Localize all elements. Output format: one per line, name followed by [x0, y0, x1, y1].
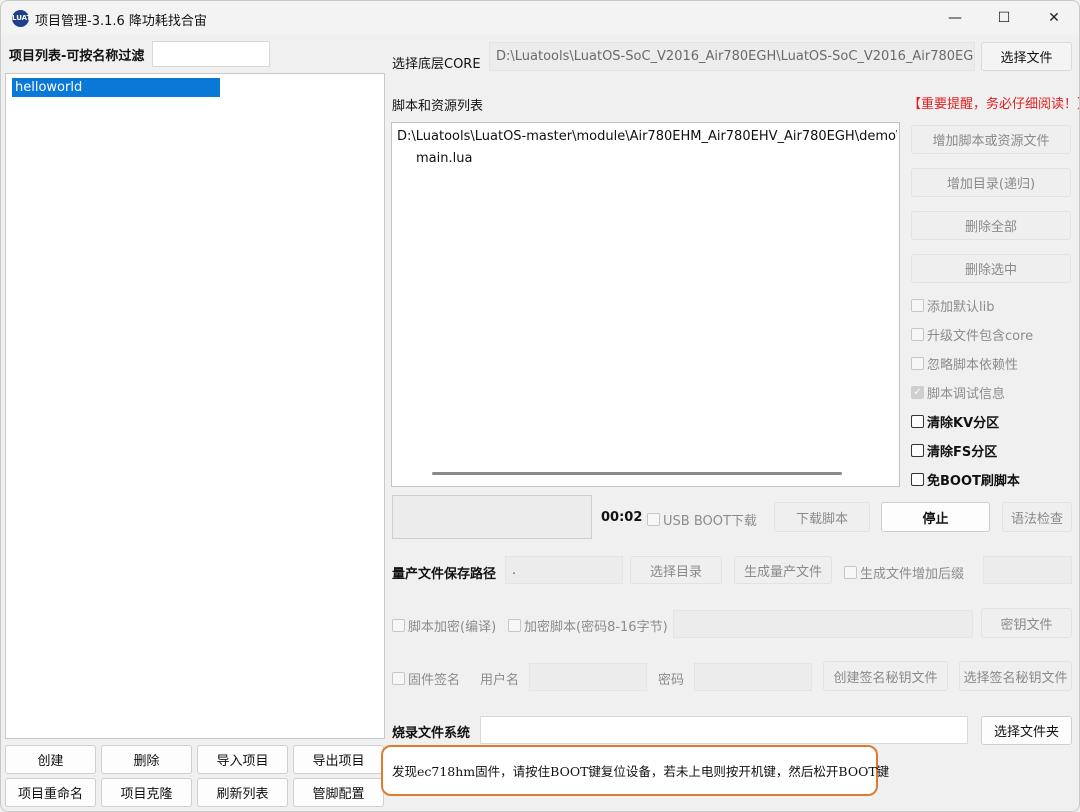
window-title: 项目管理-3.1.6 降功耗找合宙: [35, 14, 207, 29]
add-directory-button[interactable]: 增加目录(递归): [911, 168, 1071, 197]
tree-item-main-lua[interactable]: main.lua: [416, 151, 472, 166]
pin-config-button[interactable]: 管脚配置: [293, 778, 384, 807]
select-core-button[interactable]: 选择文件: [981, 42, 1072, 71]
refresh-list-button[interactable]: 刷新列表: [197, 778, 288, 807]
tree-root-path[interactable]: D:\Luatools\LuatOS-master\module\Air780E…: [397, 129, 897, 144]
password-label: 密码: [658, 673, 685, 688]
boot-notice-message: 发现ec718hm固件，请按住BOOT键复位设备，若未上电则按开机键，然后松开B…: [381, 745, 889, 796]
title-bar: LUAT 项目管理-3.1.6 降功耗找合宙 — ☐ ✕: [1, 1, 1079, 35]
filter-input[interactable]: [152, 41, 270, 67]
export-project-button[interactable]: 导出项目: [293, 745, 384, 774]
clear-kv-checkbox[interactable]: 清除KV分区: [911, 412, 999, 431]
debug-info-checkbox[interactable]: ✓ 脚本调试信息: [911, 383, 1005, 402]
important-notice-link[interactable]: 【重要提醒，务必仔细阅读！】: [908, 93, 1079, 112]
syntax-check-button[interactable]: 语法检查: [1002, 502, 1072, 532]
core-path-field[interactable]: D:\Luatools\LuatOS-SoC_V2016_Air780EGH\L…: [489, 42, 975, 71]
progress-box: [392, 495, 592, 539]
delete-all-button[interactable]: 删除全部: [911, 211, 1071, 240]
username-label: 用户名: [480, 673, 520, 688]
app-logo-icon: LUAT: [12, 10, 31, 27]
maximize-button[interactable]: ☐: [981, 1, 1027, 35]
usb-boot-checkbox[interactable]: USB BOOT下载: [647, 510, 757, 529]
clear-fs-checkbox[interactable]: 清除FS分区: [911, 441, 997, 460]
production-path-field[interactable]: .: [505, 556, 623, 584]
scripts-label: 脚本和资源列表: [392, 99, 484, 114]
import-project-button[interactable]: 导入项目: [197, 745, 288, 774]
delete-button[interactable]: 删除: [101, 745, 192, 774]
select-sign-key-button[interactable]: 选择签名秘钥文件: [959, 661, 1072, 691]
select-folder-button[interactable]: 选择文件夹: [981, 716, 1072, 745]
clone-project-button[interactable]: 项目克隆: [101, 778, 192, 807]
tree-hscrollbar[interactable]: [432, 472, 842, 475]
stop-button[interactable]: 停止: [881, 502, 990, 532]
production-path-label: 量产文件保存路径: [392, 567, 497, 582]
password-field[interactable]: [694, 663, 812, 691]
filter-label: 项目列表-可按名称过滤: [9, 49, 145, 64]
download-script-button[interactable]: 下载脚本: [774, 502, 870, 532]
encrypt-password-field[interactable]: [673, 610, 973, 638]
minimize-button[interactable]: —: [932, 1, 978, 35]
script-tree[interactable]: D:\Luatools\LuatOS-master\module\Air780E…: [391, 122, 900, 487]
username-field[interactable]: [529, 663, 647, 691]
firmware-sign-checkbox[interactable]: 固件签名: [392, 669, 460, 688]
filesystem-label: 烧录文件系统: [392, 726, 471, 741]
rename-project-button[interactable]: 项目重命名: [5, 778, 96, 807]
add-default-lib-checkbox[interactable]: 添加默认lib: [911, 296, 994, 315]
include-core-checkbox[interactable]: 升级文件包含core: [911, 325, 1033, 344]
suffix-checkbox[interactable]: 生成文件增加后缀: [844, 563, 964, 582]
suffix-input[interactable]: [983, 556, 1072, 584]
create-button[interactable]: 创建: [5, 745, 96, 774]
no-boot-flash-checkbox[interactable]: 免BOOT刷脚本: [911, 470, 1020, 489]
select-dir-button[interactable]: 选择目录: [630, 556, 722, 584]
generate-production-button[interactable]: 生成量产文件: [734, 556, 832, 584]
ignore-deps-checkbox[interactable]: 忽略脚本依赖性: [911, 354, 1018, 373]
core-label: 选择底层CORE: [392, 57, 481, 72]
project-list[interactable]: helloworld: [5, 73, 385, 739]
close-button[interactable]: ✕: [1031, 1, 1077, 35]
delete-selected-button[interactable]: 删除选中: [911, 254, 1071, 283]
compile-encrypt-checkbox[interactable]: 脚本加密(编译): [392, 616, 496, 635]
list-item[interactable]: helloworld: [12, 78, 220, 97]
password-encrypt-checkbox[interactable]: 加密脚本(密码8-16字节): [508, 616, 668, 635]
create-sign-key-button[interactable]: 创建签名秘钥文件: [823, 661, 948, 691]
filesystem-path-field[interactable]: [480, 716, 968, 744]
add-script-button[interactable]: 增加脚本或资源文件: [911, 125, 1071, 154]
main-window: LUAT 项目管理-3.1.6 降功耗找合宙 — ☐ ✕ 项目列表-可按名称过滤…: [0, 0, 1080, 812]
key-file-button[interactable]: 密钥文件: [981, 608, 1072, 638]
timer-text: 00:02: [601, 510, 643, 525]
